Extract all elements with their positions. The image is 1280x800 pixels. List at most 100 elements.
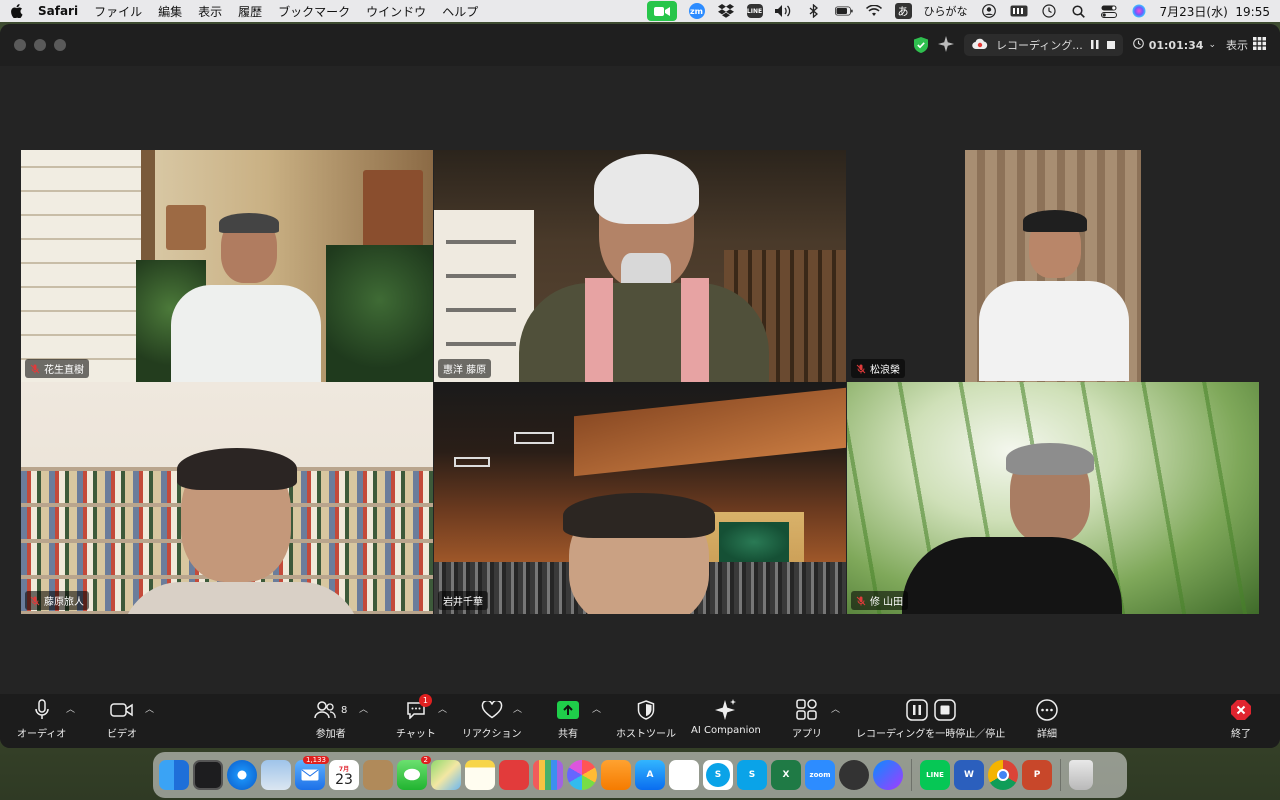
zoom-app-icon[interactable]: zm xyxy=(688,3,705,19)
ai-companion-button[interactable]: AI Companion xyxy=(691,698,761,736)
recording-controls-icon xyxy=(905,698,956,722)
participant-video-tile[interactable]: 花生直樹 xyxy=(21,150,433,382)
bluetooth-icon[interactable] xyxy=(805,4,823,18)
menu-window[interactable]: ウインドウ xyxy=(366,3,426,20)
dock-notes-icon[interactable] xyxy=(465,760,495,790)
battery-icon[interactable] xyxy=(834,4,853,18)
user-account-icon[interactable] xyxy=(980,4,998,18)
end-meeting-button[interactable]: 終了 xyxy=(1230,698,1252,740)
dock-chrome-icon[interactable] xyxy=(988,760,1018,790)
dock-preview-icon[interactable] xyxy=(261,760,291,790)
dock-google-drive-icon[interactable] xyxy=(839,760,869,790)
dock-powerpoint-icon[interactable]: P xyxy=(1022,760,1052,790)
ai-sparkle-icon[interactable] xyxy=(937,35,954,55)
video-camera-icon xyxy=(110,698,134,722)
view-layout-button[interactable]: 表示 xyxy=(1226,37,1266,53)
menu-edit[interactable]: 編集 xyxy=(158,3,182,20)
host-tools-label: ホストツール xyxy=(616,729,676,740)
dock-calendar-icon[interactable]: 7月 23 xyxy=(329,760,359,790)
menu-help[interactable]: ヘルプ xyxy=(442,3,478,20)
dock-messages-icon[interactable]: 2 xyxy=(397,756,431,790)
participant-name: 藤原旅人 xyxy=(44,597,84,608)
dock-excel-icon[interactable]: X xyxy=(771,760,801,790)
input-method-icon[interactable]: あ xyxy=(894,3,912,19)
menu-bookmarks[interactable]: ブックマーク xyxy=(278,3,350,20)
cloud-recording-indicator[interactable]: レコーディング... xyxy=(963,34,1123,56)
dock-reminders-icon[interactable] xyxy=(669,760,699,790)
menu-app-name[interactable]: Safari xyxy=(38,4,78,18)
time-machine-icon[interactable] xyxy=(1040,4,1058,18)
participant-video-tile[interactable]: 修 山田 xyxy=(847,382,1259,614)
dock-flashcard-app-icon[interactable] xyxy=(499,760,529,790)
memory-status-icon[interactable] xyxy=(1010,4,1028,18)
menu-view[interactable]: 表示 xyxy=(198,3,222,20)
dock-mail-icon[interactable]: 1,133 xyxy=(295,756,329,790)
menu-file[interactable]: ファイル xyxy=(94,3,142,20)
dock-app-store-icon[interactable]: A xyxy=(635,760,665,790)
audio-label: オーディオ xyxy=(17,729,67,740)
dock-photos-icon[interactable] xyxy=(567,760,597,790)
participant-name: 花生直樹 xyxy=(44,365,84,376)
menubar-clock[interactable]: 7月23日(水) 19:55 xyxy=(1160,3,1270,20)
share-screen-button[interactable]: 共有 xyxy=(557,698,579,740)
shield-icon xyxy=(637,698,655,722)
dock-skype-icon[interactable]: S xyxy=(703,760,733,790)
control-center-icon[interactable] xyxy=(1100,4,1118,18)
dock-word-icon[interactable]: W xyxy=(954,760,984,790)
video-button[interactable]: ビデオ xyxy=(107,698,137,740)
input-method-label[interactable]: ひらがな xyxy=(924,3,968,19)
volume-icon[interactable] xyxy=(774,4,793,18)
participant-video-tile[interactable]: 藤原旅人 xyxy=(21,382,433,614)
apple-icon[interactable] xyxy=(10,4,24,18)
share-options-chevron-icon[interactable]: ︿ xyxy=(592,702,601,715)
chat-options-chevron-icon[interactable]: ︿ xyxy=(438,702,447,715)
chat-label: チャット xyxy=(396,729,436,740)
dock-skype-business-icon[interactable]: S xyxy=(737,760,767,790)
apps-options-chevron-icon[interactable]: ︿ xyxy=(831,702,840,715)
zoom-camera-status-icon[interactable] xyxy=(646,1,677,21)
apps-button[interactable]: アプリ xyxy=(792,698,822,740)
dock-zoom-icon[interactable]: zoom xyxy=(805,760,835,790)
close-window-button[interactable] xyxy=(14,39,26,51)
dock-mission-control-icon[interactable] xyxy=(193,760,223,790)
participant-name-tag: 修 山田 xyxy=(851,591,909,610)
dock-books-icon[interactable] xyxy=(601,760,631,790)
video-options-chevron-icon[interactable]: ︿ xyxy=(145,702,154,715)
zoom-window-button[interactable] xyxy=(54,39,66,51)
menu-history[interactable]: 履歴 xyxy=(238,3,262,20)
spotlight-search-icon[interactable] xyxy=(1070,4,1088,18)
chat-button[interactable]: 1 チャット xyxy=(396,694,436,740)
dock-trash-icon[interactable] xyxy=(1069,760,1093,790)
participants-options-chevron-icon[interactable]: ︿ xyxy=(359,702,368,715)
dock-contacts-icon[interactable] xyxy=(363,760,393,790)
share-label: 共有 xyxy=(558,729,578,740)
dock-maps-icon[interactable] xyxy=(431,760,461,790)
dock-finder-icon[interactable] xyxy=(159,760,189,790)
security-shield-icon[interactable] xyxy=(913,37,928,53)
reactions-options-chevron-icon[interactable]: ︿ xyxy=(513,702,522,715)
siri-icon[interactable] xyxy=(1130,4,1148,18)
pause-recording-icon[interactable] xyxy=(1090,39,1099,52)
meeting-timer[interactable]: 01:01:34 ⌄ xyxy=(1132,38,1216,52)
line-status-icon[interactable]: LINE xyxy=(746,4,763,18)
audio-button[interactable]: オーディオ xyxy=(17,698,66,740)
dock-launchpad-icon[interactable] xyxy=(533,760,563,790)
more-options-button[interactable]: 詳細 xyxy=(1036,698,1058,740)
participants-button[interactable]: 8 参加者 xyxy=(314,698,347,740)
participant-video-tile[interactable]: 松浪榮 xyxy=(847,150,1259,382)
dropbox-icon[interactable] xyxy=(717,4,735,18)
minimize-window-button[interactable] xyxy=(34,39,46,51)
dock-line-icon[interactable]: LINE xyxy=(920,760,950,790)
recording-control-button[interactable]: レコーディングを一時停止／停止 xyxy=(856,698,1005,740)
host-tools-button[interactable]: ホストツール xyxy=(616,698,676,740)
calendar-day: 23 xyxy=(335,771,353,788)
stop-recording-icon[interactable] xyxy=(1106,39,1115,52)
active-speaker-video-tile[interactable]: 岩井千華 xyxy=(434,382,846,614)
mic-muted-icon xyxy=(856,596,866,606)
dock-safari-icon[interactable] xyxy=(227,760,257,790)
audio-options-chevron-icon[interactable]: ︿ xyxy=(66,702,75,715)
dock-separator xyxy=(911,759,912,791)
participant-video-tile[interactable]: 惠洋 藤原 xyxy=(434,150,846,382)
dock-messenger-icon[interactable] xyxy=(873,760,903,790)
wifi-icon[interactable] xyxy=(865,4,883,18)
